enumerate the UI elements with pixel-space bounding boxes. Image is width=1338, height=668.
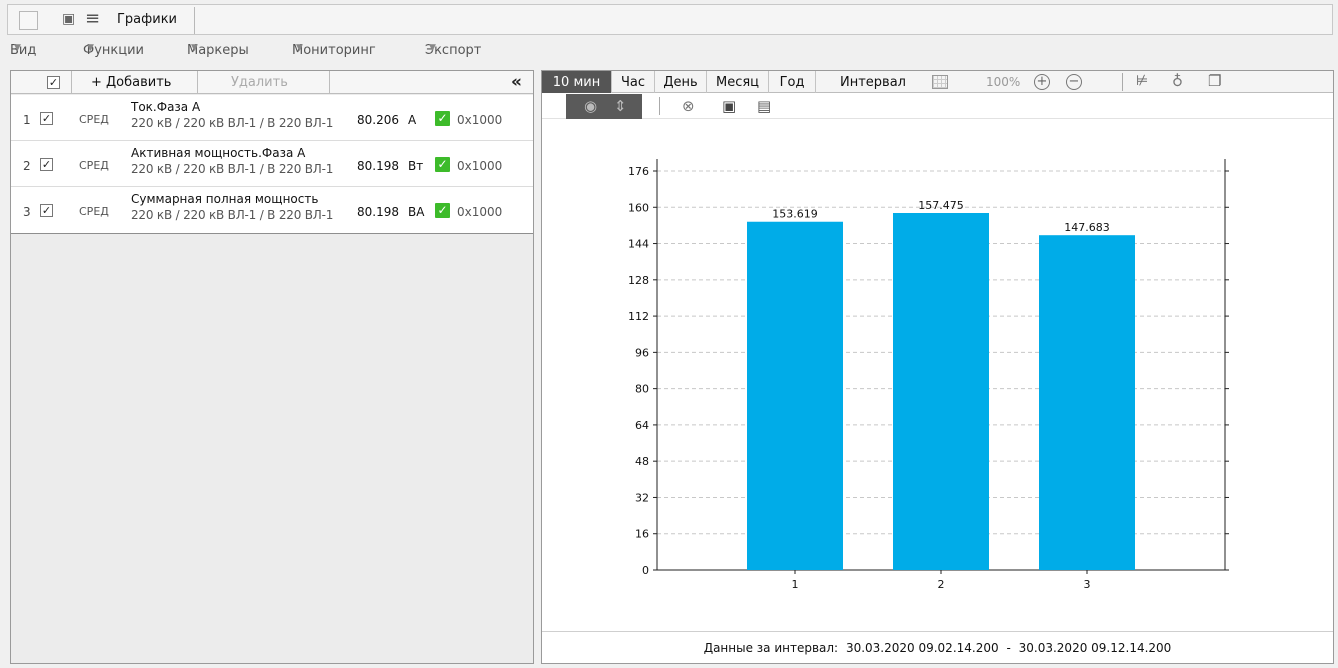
row-number: 3 (23, 205, 31, 219)
series-unit: ВА (408, 205, 425, 219)
series-toolbar: ✓ + Добавить Удалить « (11, 71, 533, 94)
row-number: 2 (23, 159, 31, 173)
chart-panel: 10 мин Час День Месяц Год Интервал 100% … (541, 70, 1334, 664)
chevron-down-icon: ▼ (296, 43, 303, 53)
list-item[interactable]: 1 ✓ СРЕД Ток.Фаза А 220 кВ / 220 кВ ВЛ-1… (11, 95, 533, 141)
y-tick-label: 64 (635, 419, 649, 432)
series-unit: А (408, 113, 417, 127)
interval-sep: - (1006, 641, 1011, 655)
list-item[interactable]: 2 ✓ СРЕД Активная мощность.Фаза А 220 кВ… (11, 141, 533, 187)
bar (1039, 235, 1135, 570)
row-number: 1 (23, 113, 31, 127)
quality-ok-icon: ✓ (435, 111, 450, 126)
hamburger-menu-icon[interactable]: ≡ (85, 10, 100, 28)
aggregate-type: СРЕД (79, 159, 109, 172)
series-visible-checkbox[interactable]: ✓ (40, 158, 53, 171)
y-tick-label: 80 (635, 383, 649, 396)
interval-info: Данные за интервал: 30.03.2020 09.02.14.… (542, 641, 1333, 655)
divider (71, 71, 72, 94)
y-tick-label: 176 (628, 165, 649, 178)
series-value: 80.206 (357, 113, 399, 127)
tab-graphs[interactable]: Графики (109, 7, 195, 34)
y-tick-label: 96 (635, 346, 649, 359)
save-window-icon[interactable]: ▣ (62, 11, 75, 27)
window-checkbox[interactable] (19, 11, 38, 30)
bar-value-label: 147.683 (1064, 221, 1110, 234)
chevron-down-icon: ▼ (191, 43, 198, 53)
interval-to: 30.03.2020 09.12.14.200 (1018, 641, 1172, 655)
y-tick-label: 160 (628, 201, 649, 214)
chevron-down-icon: ▼ (429, 43, 436, 53)
x-tick-label: 1 (792, 578, 799, 591)
y-tick-label: 128 (628, 274, 649, 287)
aggregate-type: СРЕД (79, 113, 109, 126)
chevron-down-icon: ▼ (87, 43, 94, 53)
y-tick-label: 0 (642, 564, 649, 577)
select-all-checkbox[interactable]: ✓ (47, 76, 60, 89)
bar-value-label: 157.475 (918, 199, 964, 212)
quality-ok-icon: ✓ (435, 157, 450, 172)
series-visible-checkbox[interactable]: ✓ (40, 112, 53, 125)
bar-value-label: 153.619 (772, 208, 818, 221)
quality-flag: 0x1000 (457, 159, 503, 173)
delete-series-button[interactable]: Удалить (231, 75, 288, 90)
divider (542, 631, 1333, 632)
collapse-panel-button[interactable]: « (511, 72, 522, 92)
series-visible-checkbox[interactable]: ✓ (40, 204, 53, 217)
y-tick-label: 112 (628, 310, 649, 323)
y-tick-label: 32 (635, 491, 649, 504)
y-tick-label: 144 (628, 238, 649, 251)
interval-from: 30.03.2020 09.02.14.200 (845, 641, 999, 655)
bar (747, 221, 843, 570)
bar (893, 212, 989, 571)
series-value: 80.198 (357, 205, 399, 219)
quality-flag: 0x1000 (457, 205, 503, 219)
series-name: Ток.Фаза А (131, 100, 201, 114)
series-name: Суммарная полная мощность (131, 192, 319, 206)
list-item[interactable]: 3 ✓ СРЕД Суммарная полная мощность 220 к… (11, 187, 533, 233)
divider (329, 71, 330, 94)
interval-label: Данные за интервал: (703, 641, 839, 655)
menu-monitoring-label: Мониторинг (292, 43, 376, 58)
y-tick-label: 16 (635, 528, 649, 541)
series-source: 220 кВ / 220 кВ ВЛ-1 / В 220 ВЛ-1 (131, 208, 334, 222)
add-series-button[interactable]: + Добавить (91, 75, 171, 90)
series-list: 1 ✓ СРЕД Ток.Фаза А 220 кВ / 220 кВ ВЛ-1… (11, 95, 533, 234)
series-value: 80.198 (357, 159, 399, 173)
series-unit: Вт (408, 159, 424, 173)
series-source: 220 кВ / 220 кВ ВЛ-1 / В 220 ВЛ-1 (131, 162, 334, 176)
series-name: Активная мощность.Фаза А (131, 146, 306, 160)
series-panel: ✓ + Добавить Удалить « 1 ✓ СРЕД Ток.Фаза… (10, 70, 534, 664)
x-tick-label: 2 (938, 578, 945, 591)
bar-chart: 0163248648096112128144160176153.6191157.… (628, 159, 1229, 591)
y-tick-label: 48 (635, 455, 649, 468)
x-tick-label: 3 (1084, 578, 1091, 591)
chevron-down-icon: ▼ (14, 43, 21, 53)
series-source: 220 кВ / 220 кВ ВЛ-1 / В 220 ВЛ-1 (131, 116, 334, 130)
title-bar: ▣ ≡ Графики (7, 4, 1333, 35)
aggregate-type: СРЕД (79, 205, 109, 218)
divider (197, 71, 198, 94)
quality-ok-icon: ✓ (435, 203, 450, 218)
quality-flag: 0x1000 (457, 113, 503, 127)
